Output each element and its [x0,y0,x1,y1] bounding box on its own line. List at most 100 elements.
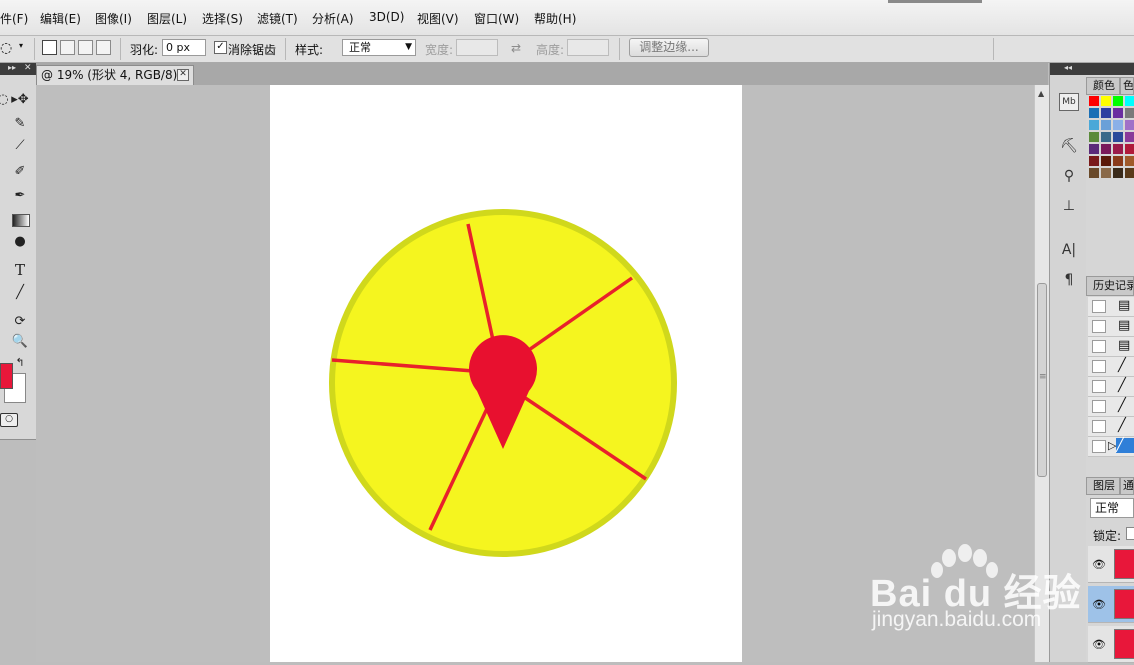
antialias-checkbox[interactable]: ✓ [214,41,227,54]
mini-bridge-icon[interactable]: Mb [1059,93,1079,111]
document-canvas[interactable] [270,85,742,662]
collapse-icon[interactable]: ◂◂ [1064,63,1072,72]
menu-filter[interactable]: 滤镜(T) [257,10,298,27]
color-swatch[interactable] [1113,132,1123,142]
history-source-checkbox[interactable] [1092,400,1106,413]
color-swatch[interactable] [1125,168,1134,178]
move-tool-icon[interactable]: ▸✥ [11,91,29,109]
add-to-selection-icon[interactable] [60,40,75,55]
history-source-checkbox[interactable] [1092,340,1106,353]
history-item[interactable]: ╱ ▷ [1088,437,1134,457]
paragraph-panel-icon[interactable]: ¶ [1059,270,1079,290]
type-tool-icon[interactable]: T [11,261,29,279]
history-source-checkbox[interactable] [1092,300,1106,313]
menu-3d[interactable]: 3D(D) [369,10,404,24]
color-swatch[interactable] [1113,120,1123,130]
close-icon[interactable]: ✕ [24,63,32,73]
history-source-checkbox[interactable] [1092,320,1106,333]
menu-help[interactable]: 帮助(H) [534,10,576,27]
tab-swatches[interactable]: 色 [1120,77,1134,95]
line-tool-icon[interactable]: ╱ [11,284,29,302]
history-item[interactable]: ▤ [1088,337,1134,357]
foreground-color-swatch[interactable] [0,363,13,389]
color-swatch[interactable] [1113,108,1123,118]
color-swatch[interactable] [1125,144,1134,154]
color-swatch[interactable] [1089,168,1099,178]
color-swatch[interactable] [1101,144,1111,154]
character-panel-icon[interactable]: A| [1059,240,1079,260]
close-icon[interactable]: ✕ [177,69,189,81]
history-item[interactable]: ╱ [1088,357,1134,377]
history-item[interactable]: ▤ [1088,317,1134,337]
feather-input[interactable]: 0 px [162,39,206,56]
color-swatch[interactable] [1089,156,1099,166]
subtract-selection-icon[interactable] [78,40,93,55]
tool-preset-chevron-icon[interactable]: ▾ [19,41,23,50]
new-selection-icon[interactable] [42,40,57,55]
color-swatch[interactable] [1101,168,1111,178]
color-swatch[interactable] [1101,108,1111,118]
color-swatch[interactable] [1089,96,1099,106]
height-input[interactable] [567,39,609,56]
swap-dimensions-icon[interactable]: ⇄ [511,41,521,55]
color-swatch[interactable] [1101,156,1111,166]
color-swatch[interactable] [1089,108,1099,118]
lock-transparency-checkbox[interactable] [1126,527,1134,540]
color-swatch[interactable] [1125,108,1134,118]
color-swatch[interactable] [1089,132,1099,142]
width-input[interactable] [456,39,498,56]
eyedropper-tool-icon[interactable]: ⟋ [11,137,29,155]
history-source-checkbox[interactable] [1092,420,1106,433]
history-item[interactable]: ╱ [1088,417,1134,437]
menu-analysis[interactable]: 分析(A) [312,10,354,27]
history-item[interactable]: ╱ [1088,397,1134,417]
scrollbar-thumb[interactable]: ≡ [1037,283,1047,477]
color-swatch[interactable] [1113,144,1123,154]
color-swatch[interactable] [1125,96,1134,106]
history-state-slider-icon[interactable]: ▷ [1108,439,1116,452]
tab-history[interactable]: 历史记录 [1086,276,1134,296]
color-swatch[interactable] [1101,96,1111,106]
tab-channels[interactable]: 通 [1120,477,1134,495]
gradient-tool-icon[interactable] [12,214,30,227]
tab-color[interactable]: 颜色 [1086,77,1120,95]
swap-colors-icon[interactable]: ↰ [11,354,29,372]
menu-select[interactable]: 选择(S) [202,10,243,27]
zoom-tool-icon[interactable]: 🔍 [11,333,29,351]
menu-layer[interactable]: 图层(L) [147,10,187,27]
color-swatch[interactable] [1101,120,1111,130]
color-swatch[interactable] [1089,144,1099,154]
history-item[interactable]: ╱ [1088,377,1134,397]
document-tab[interactable]: @ 19% (形状 4, RGB/8) * ✕ [36,65,194,85]
menu-edit[interactable]: 编辑(E) [40,10,81,27]
quick-mask-icon[interactable]: ○ [0,413,18,427]
color-swatch[interactable] [1125,132,1134,142]
tab-layers[interactable]: 图层 [1086,477,1120,495]
menu-image[interactable]: 图像(I) [95,10,132,27]
rotate-view-tool-icon[interactable]: ⟳ [11,313,29,331]
color-swatch[interactable] [1089,120,1099,130]
brush-tool-icon[interactable]: ✐ [11,163,29,181]
marquee-tool-icon[interactable]: ◌ [0,40,12,56]
history-source-checkbox[interactable] [1092,360,1106,373]
color-swatch[interactable] [1101,132,1111,142]
collapse-icon[interactable]: ▸▸ [8,63,16,72]
stamp-icon[interactable]: ⊥ [1059,196,1079,216]
quick-selection-tool-icon[interactable]: ✎ [11,115,29,133]
brush-presets-icon[interactable]: ⛏ [1059,136,1079,156]
menu-file[interactable]: 件(F) [0,10,28,27]
scroll-up-icon[interactable]: ▲ [1038,89,1044,98]
history-item[interactable]: ▤ [1088,297,1134,317]
history-brush-tool-icon[interactable]: ✒ [11,187,29,205]
color-swatch[interactable] [1125,120,1134,130]
color-swatch[interactable] [1113,96,1123,106]
intersect-selection-icon[interactable] [96,40,111,55]
dodge-tool-icon[interactable]: ● [11,233,29,251]
color-swatch[interactable] [1125,156,1134,166]
history-source-checkbox[interactable] [1092,440,1106,453]
menu-view[interactable]: 视图(V) [417,10,459,27]
history-source-checkbox[interactable] [1092,380,1106,393]
clone-source-icon[interactable]: ⚲ [1059,166,1079,186]
color-swatch[interactable] [1113,168,1123,178]
style-select[interactable]: 正常 ▼ [342,39,416,56]
